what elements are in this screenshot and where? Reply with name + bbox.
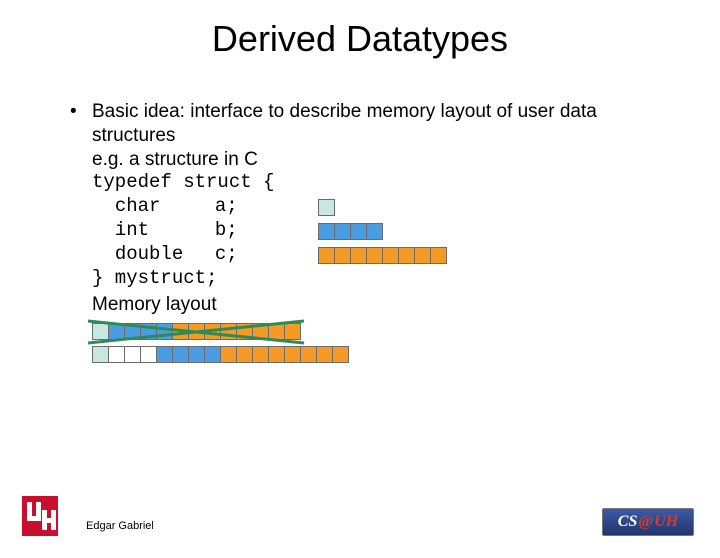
csuh-badge: CS@UH xyxy=(602,508,694,536)
mem-cell xyxy=(268,346,285,363)
mem-cell xyxy=(108,323,125,340)
code-line-int: int b; xyxy=(92,219,650,243)
mem-cell xyxy=(318,223,335,240)
mem-cell xyxy=(220,346,237,363)
footer: Edgar Gabriel CS@UH xyxy=(0,500,720,546)
mem-cell xyxy=(398,247,415,264)
mem-cell xyxy=(220,323,237,340)
mem-cell xyxy=(284,346,301,363)
mem-cell xyxy=(124,346,141,363)
mem-cell xyxy=(332,346,349,363)
mem-cell xyxy=(300,346,317,363)
slide-title: Derived Datatypes xyxy=(0,18,720,60)
mem-cell xyxy=(156,323,173,340)
bullet-item: • Basic idea: interface to describe memo… xyxy=(70,100,650,148)
mem-cell xyxy=(236,346,253,363)
mem-cell xyxy=(188,323,205,340)
legend-int xyxy=(318,223,383,240)
bullet-dot: • xyxy=(70,100,92,148)
layout-row-aligned xyxy=(92,346,650,363)
mem-cell xyxy=(366,247,383,264)
mem-cell xyxy=(366,223,383,240)
example-line: e.g. a structure in C xyxy=(92,148,650,172)
mem-cell xyxy=(156,346,173,363)
mem-cell xyxy=(414,247,431,264)
mem-cell xyxy=(140,346,157,363)
mem-cell xyxy=(316,346,333,363)
member-b: b; xyxy=(215,219,238,243)
mem-cell xyxy=(172,323,189,340)
mem-cell xyxy=(350,223,367,240)
type-char: char xyxy=(115,195,215,219)
mem-cell xyxy=(252,346,269,363)
mem-cell xyxy=(318,199,335,216)
code-line-char: char a; xyxy=(92,195,650,219)
mem-cell xyxy=(334,247,351,264)
mem-cell xyxy=(430,247,447,264)
layout-row-naive xyxy=(92,323,650,340)
memory-layout-label: Memory layout xyxy=(92,293,650,317)
mem-cell xyxy=(268,323,285,340)
code-line-1: typedef struct { xyxy=(92,171,650,195)
mem-cell xyxy=(382,247,399,264)
mem-cell xyxy=(350,247,367,264)
mem-cell xyxy=(108,346,125,363)
mem-cell xyxy=(92,346,109,363)
mem-cell xyxy=(204,323,221,340)
mem-cell xyxy=(92,323,109,340)
mem-cell xyxy=(124,323,141,340)
mem-cell xyxy=(318,247,335,264)
uh-logo xyxy=(22,496,58,536)
member-c: c; xyxy=(215,243,238,267)
mem-cell xyxy=(188,346,205,363)
mem-cell xyxy=(140,323,157,340)
badge-cs: CS xyxy=(618,513,638,531)
code-block: typedef struct { char a; int b; double xyxy=(92,171,650,291)
mem-cell xyxy=(172,346,189,363)
legend-double xyxy=(318,247,447,264)
badge-at: @ xyxy=(638,513,653,531)
code-line-double: double c; xyxy=(92,243,650,267)
type-int: int xyxy=(115,219,215,243)
mem-cell xyxy=(236,323,253,340)
legend-char xyxy=(318,199,335,216)
memory-layout-diagram xyxy=(92,323,650,363)
mem-cell xyxy=(284,323,301,340)
author-name: Edgar Gabriel xyxy=(86,520,154,532)
bullet-text: Basic idea: interface to describe memory… xyxy=(92,100,650,148)
slide-body: • Basic idea: interface to describe memo… xyxy=(70,100,650,363)
member-a: a; xyxy=(215,195,238,219)
code-line-5: } mystruct; xyxy=(92,267,650,291)
mem-cell xyxy=(334,223,351,240)
mem-cell xyxy=(252,323,269,340)
mem-cell xyxy=(204,346,221,363)
type-double: double xyxy=(115,243,215,267)
badge-uh: UH xyxy=(654,513,678,531)
